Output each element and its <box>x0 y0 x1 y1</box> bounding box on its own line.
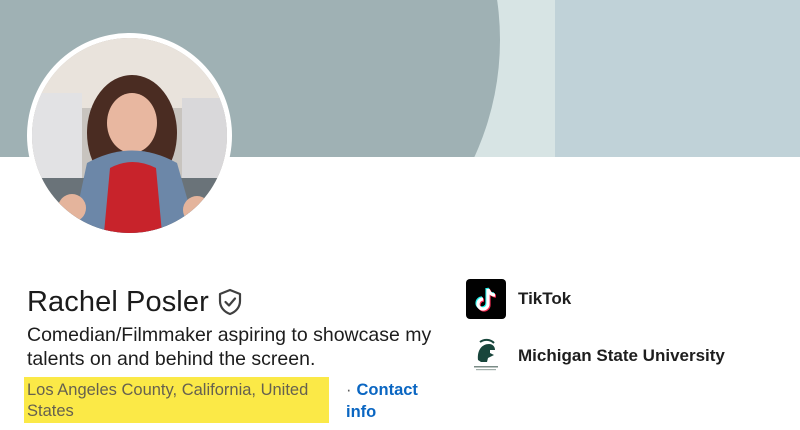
org-item-msu[interactable]: Michigan State University <box>466 336 725 376</box>
avatar-photo <box>32 38 227 233</box>
shield-check-icon[interactable] <box>217 288 243 316</box>
profile-headline: Comedian/Filmmaker aspiring to showcase … <box>27 324 432 370</box>
contact-info: · Contact info <box>346 379 436 423</box>
org-item-tiktok[interactable]: TikTok <box>466 279 571 319</box>
org-name: TikTok <box>518 289 572 308</box>
profile-location: Los Angeles County, California, United S… <box>27 381 309 420</box>
location-highlight: Los Angeles County, California, United S… <box>24 377 329 423</box>
profile-avatar[interactable] <box>27 33 232 238</box>
spartan-helmet-icon <box>466 336 506 376</box>
profile-name: Rachel Posler <box>27 285 209 318</box>
contact-info-link[interactable]: Contact info <box>346 381 418 421</box>
name-row: Rachel Posler <box>27 282 243 322</box>
separator-dot: · <box>346 381 352 399</box>
tiktok-logo-icon <box>466 279 506 319</box>
org-name: Michigan State University <box>518 346 725 365</box>
